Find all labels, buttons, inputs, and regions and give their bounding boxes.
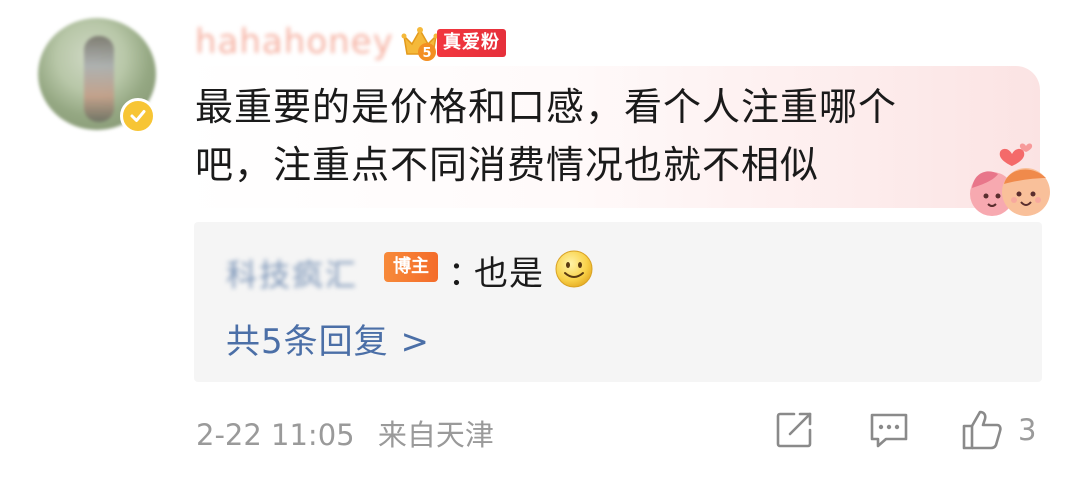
comment-line-2: 吧，注重点不同消费情况也就不相似 [195, 143, 820, 187]
like-icon [962, 410, 1002, 450]
fan-badge: 真爱粉 [437, 29, 506, 57]
comment-icon [870, 413, 908, 448]
username[interactable]: hahahoney [195, 22, 394, 62]
comment-text: 最重要的是价格和口感，看个人注重哪个 吧，注重点不同消费情况也就不相似 [195, 78, 985, 194]
crown-level-icon: 5 [400, 24, 440, 62]
smile-emoji-icon [555, 250, 593, 288]
comment-date: 2-22 11:05 [196, 418, 355, 452]
comment-card: hahahoney 5 真爱粉 最重要的是价格和口感，看个人注重哪个 吧，注重点… [0, 0, 1080, 486]
comment-location: 来自天津 [377, 418, 494, 452]
avatar-photo [84, 36, 114, 122]
comment-meta: 2-22 11:05 来自天津 [196, 412, 508, 454]
love-sticker-icon [962, 140, 1062, 220]
comment-line-1: 最重要的是价格和口感，看个人注重哪个 [195, 85, 898, 129]
more-replies-link[interactable]: 共5条回复 > [226, 314, 430, 363]
share-icon [776, 412, 812, 448]
level-number: 5 [422, 46, 431, 61]
like-count: 3 [1018, 413, 1037, 447]
reply-text: 也是 [474, 254, 544, 294]
author-badge: 博主 [384, 252, 438, 282]
share-button[interactable] [774, 408, 814, 452]
like-button[interactable]: 3 [960, 408, 1036, 452]
verified-icon [120, 98, 156, 134]
reply-button[interactable] [868, 408, 910, 452]
reply-author[interactable]: 科技疯汇 [226, 250, 358, 295]
